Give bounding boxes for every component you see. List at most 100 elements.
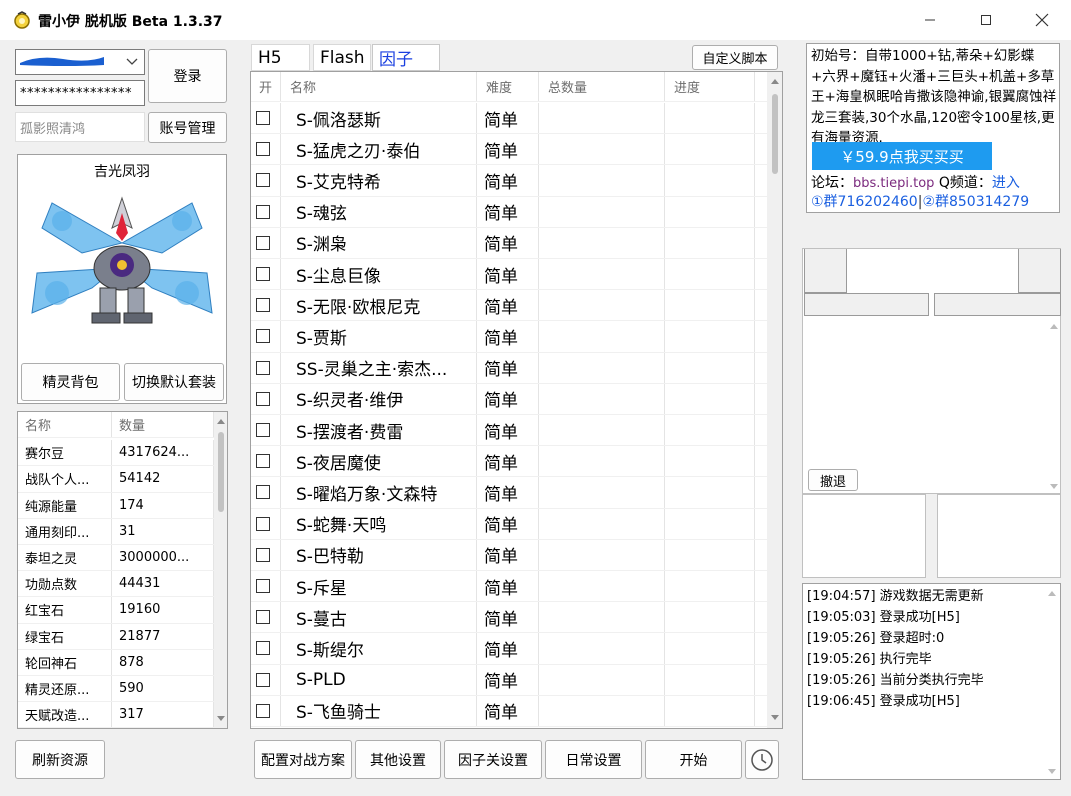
task-difficulty[interactable]: 简单 — [477, 446, 539, 477]
task-row[interactable]: S-蛇舞·天鸣 简单 — [251, 508, 767, 540]
task-header-cell[interactable]: 开 — [251, 72, 281, 101]
task-total[interactable] — [539, 508, 665, 539]
task-total[interactable] — [539, 227, 665, 258]
refresh-resources-button[interactable]: 刷新资源 — [15, 740, 105, 779]
other-settings-button[interactable]: 其他设置 — [355, 740, 441, 779]
task-difficulty[interactable]: 简单 — [477, 290, 539, 321]
task-row[interactable]: S-斥星 简单 — [251, 571, 767, 603]
task-total[interactable] — [539, 571, 665, 602]
battle-plan-button[interactable]: 配置对战方案 — [254, 740, 352, 779]
task-enable-checkbox[interactable] — [256, 298, 270, 313]
task-enable-checkbox[interactable] — [256, 579, 270, 594]
resource-row[interactable]: 通用刻印... 31 — [18, 518, 214, 545]
task-enable-checkbox[interactable] — [256, 454, 270, 469]
task-difficulty[interactable]: 简单 — [477, 539, 539, 570]
tab-factor[interactable]: 因子 — [372, 44, 440, 71]
timer-button[interactable] — [745, 740, 779, 779]
task-difficulty[interactable]: 简单 — [477, 321, 539, 352]
task-difficulty[interactable]: 简单 — [477, 259, 539, 290]
task-total[interactable] — [539, 695, 665, 726]
task-difficulty[interactable]: 简单 — [477, 352, 539, 383]
task-enable-checkbox[interactable] — [256, 641, 270, 656]
task-enable-checkbox[interactable] — [256, 111, 270, 126]
task-total[interactable] — [539, 446, 665, 477]
task-row[interactable]: S-魂弦 简单 — [251, 196, 767, 228]
task-difficulty[interactable]: 简单 — [477, 196, 539, 227]
task-enable-checkbox[interactable] — [256, 703, 270, 718]
task-total[interactable] — [539, 602, 665, 633]
daily-settings-button[interactable]: 日常设置 — [545, 740, 642, 779]
task-row[interactable]: S-飞鱼骑士 简单 — [251, 695, 767, 727]
maximize-button[interactable] — [962, 0, 1010, 40]
task-total[interactable] — [539, 134, 665, 165]
task-enable-checkbox[interactable] — [256, 423, 270, 438]
scroll-down-icon[interactable] — [214, 713, 228, 725]
task-header-cell[interactable]: 难度 — [477, 72, 539, 101]
resource-row[interactable]: 纯源能量 174 — [18, 492, 214, 519]
resource-row[interactable]: 红宝石 19160 — [18, 597, 214, 624]
task-total[interactable] — [539, 539, 665, 570]
task-header-cell[interactable]: 进度 — [665, 72, 755, 101]
scroll-down-icon[interactable] — [767, 712, 783, 724]
factor-level-settings-button[interactable]: 因子关设置 — [444, 740, 542, 779]
task-enable-checkbox[interactable] — [256, 173, 270, 188]
task-enable-checkbox[interactable] — [256, 672, 270, 687]
resource-row[interactable]: 天赋改造... 317 — [18, 702, 214, 728]
resource-scroll-thumb[interactable] — [218, 432, 224, 512]
task-header-cell[interactable]: 总数量 — [539, 72, 665, 101]
resource-row[interactable]: 功勋点数 44431 — [18, 571, 214, 598]
task-difficulty[interactable]: 简单 — [477, 227, 539, 258]
scroll-up-icon[interactable] — [1046, 588, 1058, 598]
task-difficulty[interactable]: 简单 — [477, 134, 539, 165]
task-row[interactable]: S-渊枭 简单 — [251, 227, 767, 259]
task-enable-checkbox[interactable] — [256, 516, 270, 531]
resource-row[interactable]: 轮回神石 878 — [18, 649, 214, 676]
tab-h5[interactable]: H5 — [251, 44, 310, 71]
task-row[interactable]: SS-灵巢之主·索杰... 简单 — [251, 352, 767, 384]
task-total[interactable] — [539, 196, 665, 227]
task-enable-checkbox[interactable] — [256, 204, 270, 219]
task-difficulty[interactable]: 简单 — [477, 415, 539, 446]
resource-row[interactable]: 赛尔豆 4317624... — [18, 440, 214, 467]
task-row[interactable]: S-无限·欧根尼克 简单 — [251, 290, 767, 322]
task-row[interactable]: S-蔓古 简单 — [251, 602, 767, 634]
task-total[interactable] — [539, 103, 665, 134]
task-total[interactable] — [539, 415, 665, 446]
task-total[interactable] — [539, 633, 665, 664]
resource-row[interactable]: 绿宝石 21877 — [18, 623, 214, 650]
task-row[interactable]: S-曜焰万象·文森特 简单 — [251, 477, 767, 509]
account-manage-button[interactable]: 账号管理 — [148, 112, 227, 143]
sprite-backpack-button[interactable]: 精灵背包 — [21, 363, 120, 401]
task-row[interactable]: S-尘息巨像 简单 — [251, 259, 767, 291]
close-button[interactable] — [1018, 0, 1066, 40]
task-enable-checkbox[interactable] — [256, 485, 270, 500]
task-total[interactable] — [539, 321, 665, 352]
task-enable-checkbox[interactable] — [256, 360, 270, 375]
task-total[interactable] — [539, 165, 665, 196]
task-total[interactable] — [539, 664, 665, 695]
task-row[interactable]: S-佩洛瑟斯 简单 — [251, 103, 767, 135]
task-row[interactable]: S-PLD 简单 — [251, 664, 767, 696]
resource-row[interactable]: 精灵还原... 590 — [18, 676, 214, 703]
tab-flash[interactable]: Flash — [313, 44, 371, 71]
custom-script-button[interactable]: 自定义脚本 — [692, 45, 778, 70]
task-enable-checkbox[interactable] — [256, 391, 270, 406]
start-button[interactable]: 开始 — [645, 740, 742, 779]
task-difficulty[interactable]: 简单 — [477, 602, 539, 633]
task-row[interactable]: S-巴特勒 简单 — [251, 539, 767, 571]
group2-link[interactable]: ②群850314279 — [922, 194, 1029, 210]
task-row[interactable]: S-夜居魔使 简单 — [251, 446, 767, 478]
task-row[interactable]: S-艾克特希 简单 — [251, 165, 767, 197]
task-row[interactable]: S-织灵者·维伊 简单 — [251, 383, 767, 415]
task-enable-checkbox[interactable] — [256, 610, 270, 625]
task-difficulty[interactable]: 简单 — [477, 633, 539, 664]
task-difficulty[interactable]: 简单 — [477, 383, 539, 414]
task-enable-checkbox[interactable] — [256, 329, 270, 344]
scroll-down-icon[interactable] — [1046, 767, 1058, 777]
nickname-field[interactable]: 孤影照清鸿 — [15, 112, 145, 142]
scroll-up-icon[interactable] — [214, 415, 228, 427]
group1-link[interactable]: ①群716202460 — [811, 194, 918, 210]
task-row[interactable]: S-摆渡者·费雷 简单 — [251, 415, 767, 447]
task-scroll-thumb[interactable] — [772, 94, 778, 174]
buy-button[interactable]: ￥59.9点我买买买 — [812, 142, 992, 170]
